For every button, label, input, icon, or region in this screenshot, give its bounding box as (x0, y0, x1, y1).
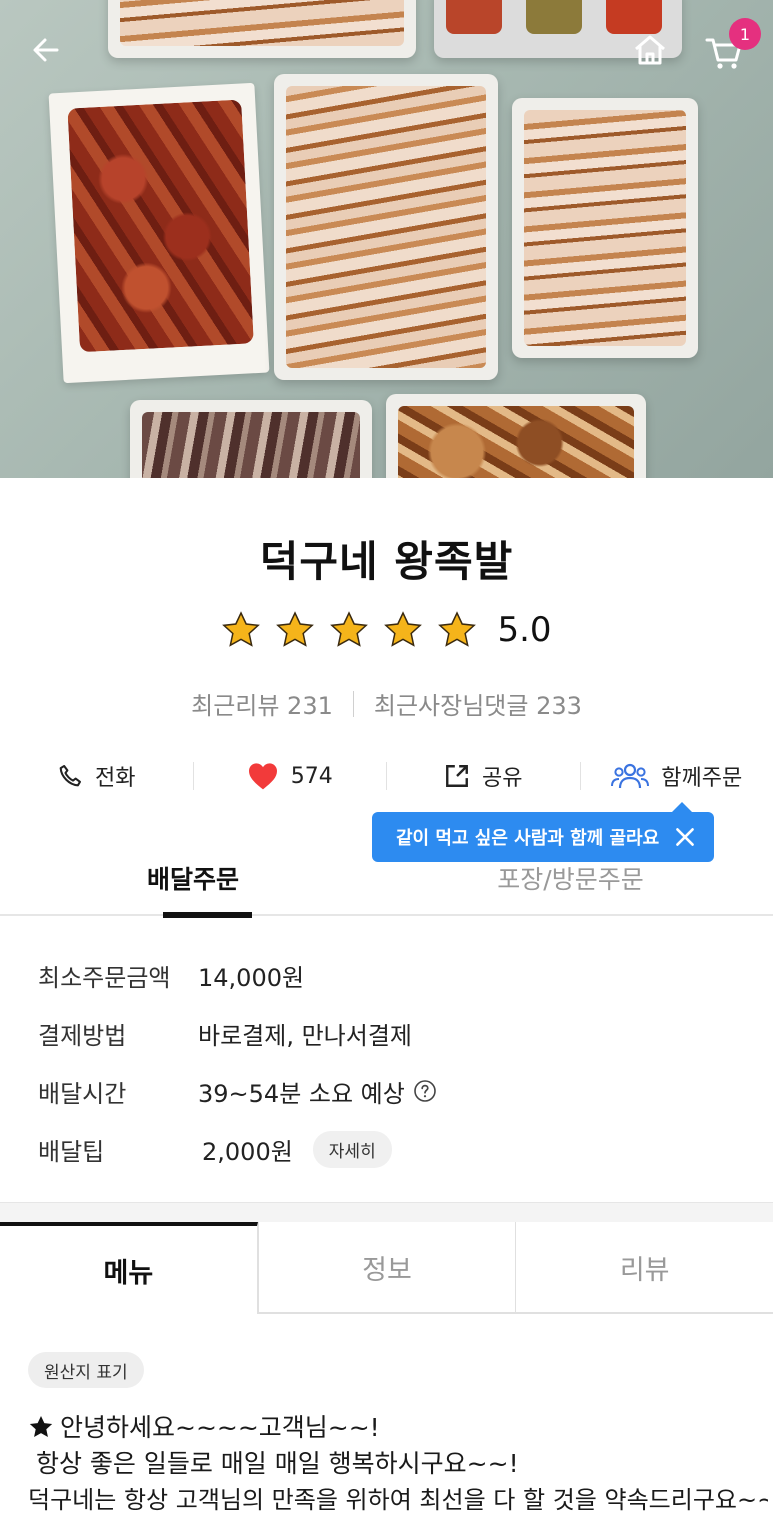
cart-count-badge: 1 (729, 18, 761, 50)
group-order-tooltip: 같이 먹고 싶은 사람과 함께 골라요 (372, 802, 714, 862)
food-tray (130, 400, 372, 478)
black-star-icon (29, 1415, 53, 1437)
close-icon[interactable] (672, 824, 698, 850)
share-icon (446, 765, 468, 787)
food-tray (512, 98, 698, 358)
food-wrap (48, 82, 270, 384)
tab-menu-label: 메뉴 (103, 1257, 154, 1289)
store-notice: 안녕하세요~~~~고객님~~! 항상 좋은 일들로 매일 매일 행복하시구요~~… (28, 1410, 768, 1518)
call-label: 전화 (95, 766, 136, 791)
like-button[interactable]: 574 (194, 748, 387, 804)
store-hero-image: 1 (0, 0, 773, 478)
delivery-time-value: 39~54분 소요 예상 (198, 1079, 405, 1108)
food-tray (274, 74, 498, 380)
tab-info[interactable]: 정보 (257, 1222, 516, 1314)
delivery-time-row: 배달시간 39~54분 소요 예상 (38, 1062, 738, 1120)
share-label: 공유 (482, 766, 523, 791)
min-order-label: 최소주문금액 (38, 963, 171, 992)
delivery-tip-label: 배달팁 (38, 1137, 105, 1166)
tab-delivery[interactable]: 배달주문 (0, 846, 386, 918)
tab-reviews[interactable]: 리뷰 (515, 1222, 773, 1314)
group-order-button[interactable]: 함께주문 (581, 748, 773, 804)
store-name: 덕구네 왕족발 (259, 537, 514, 586)
recent-reviews-link[interactable]: 최근리뷰 231 (191, 686, 333, 721)
phone-icon (59, 765, 81, 787)
delivery-tip-detail-button[interactable]: 자세히 (312, 1130, 392, 1168)
delivery-tip-value: 2,000원 (202, 1137, 293, 1166)
delivery-tip-row: 배달팁 2,000원 자세히 (38, 1120, 738, 1178)
tab-pickup-label: 포장/방문주문 (497, 865, 644, 894)
active-tab-indicator (163, 912, 252, 918)
like-count: 574 (290, 763, 333, 789)
star-icon (438, 611, 477, 647)
food-tray (108, 0, 416, 58)
home-icon (635, 35, 665, 65)
notice-line-3: 덕구네는 항상 고객님의 만족을 위하여 최선을 다 할 것을 약속드리구요~~ (28, 1486, 768, 1514)
delivery-time-label: 배달시간 (38, 1079, 127, 1108)
recent-owner-comments-link[interactable]: 최근사장님댓글 233 (374, 686, 582, 721)
tab-menu[interactable]: 메뉴 (0, 1222, 258, 1314)
call-button[interactable]: 전화 (0, 748, 193, 804)
tab-info-label: 정보 (362, 1254, 412, 1286)
star-icon (384, 611, 423, 647)
notice-line-2: 항상 좋은 일들로 매일 매일 행복하시구요~~! (28, 1449, 519, 1478)
help-icon[interactable] (413, 1079, 437, 1103)
delivery-time-value-wrap: 39~54분 소요 예상 (198, 1074, 437, 1109)
rating-stars (221, 610, 477, 650)
star-icon (330, 611, 369, 647)
tab-delivery-label: 배달주문 (146, 865, 239, 894)
arrow-left-icon (33, 38, 59, 62)
notice-line-1: 안녕하세요~~~~고객님~~! (60, 1413, 380, 1442)
share-button[interactable]: 공유 (387, 748, 580, 804)
tab-reviews-label: 리뷰 (619, 1254, 670, 1286)
notice-line: 안녕하세요~~~~고객님~~! (28, 1410, 768, 1446)
delivery-info: 최소주문금액 14,000원 결제방법 바로결제, 만나서결제 배달시간 39~… (38, 946, 738, 1178)
divider (352, 690, 354, 717)
home-button[interactable] (626, 26, 674, 74)
payment-label: 결제방법 (38, 1021, 127, 1050)
rating-score: 5.0 (497, 610, 552, 650)
tooltip-text: 같이 먹고 싶은 사람과 함께 골라요 (396, 828, 660, 849)
min-order-value: 14,000원 (198, 963, 305, 992)
food-tray (386, 394, 646, 478)
review-counts: 최근리뷰 231 최근사장님댓글 233 (0, 686, 773, 721)
min-order-row: 최소주문금액 14,000원 (38, 946, 738, 1004)
payment-row: 결제방법 바로결제, 만나서결제 (38, 1004, 738, 1062)
group-order-label: 함께주문 (661, 766, 743, 791)
menu-tabs: 메뉴 정보 리뷰 (0, 1222, 773, 1314)
section-divider (0, 1202, 773, 1224)
group-icon (611, 763, 650, 789)
delivery-tip-value-wrap: 2,000원 자세히 (198, 1130, 392, 1168)
star-icon (222, 611, 261, 647)
origin-label-button[interactable]: 원산지 표기 (28, 1352, 144, 1388)
store-actions: 전화 574 공유 함께주문 (0, 748, 773, 804)
heart-icon (248, 763, 277, 790)
star-icon (276, 611, 315, 647)
back-button[interactable] (22, 26, 70, 74)
rating-row: 5.0 (0, 610, 773, 650)
payment-value: 바로결제, 만나서결제 (198, 1021, 412, 1050)
